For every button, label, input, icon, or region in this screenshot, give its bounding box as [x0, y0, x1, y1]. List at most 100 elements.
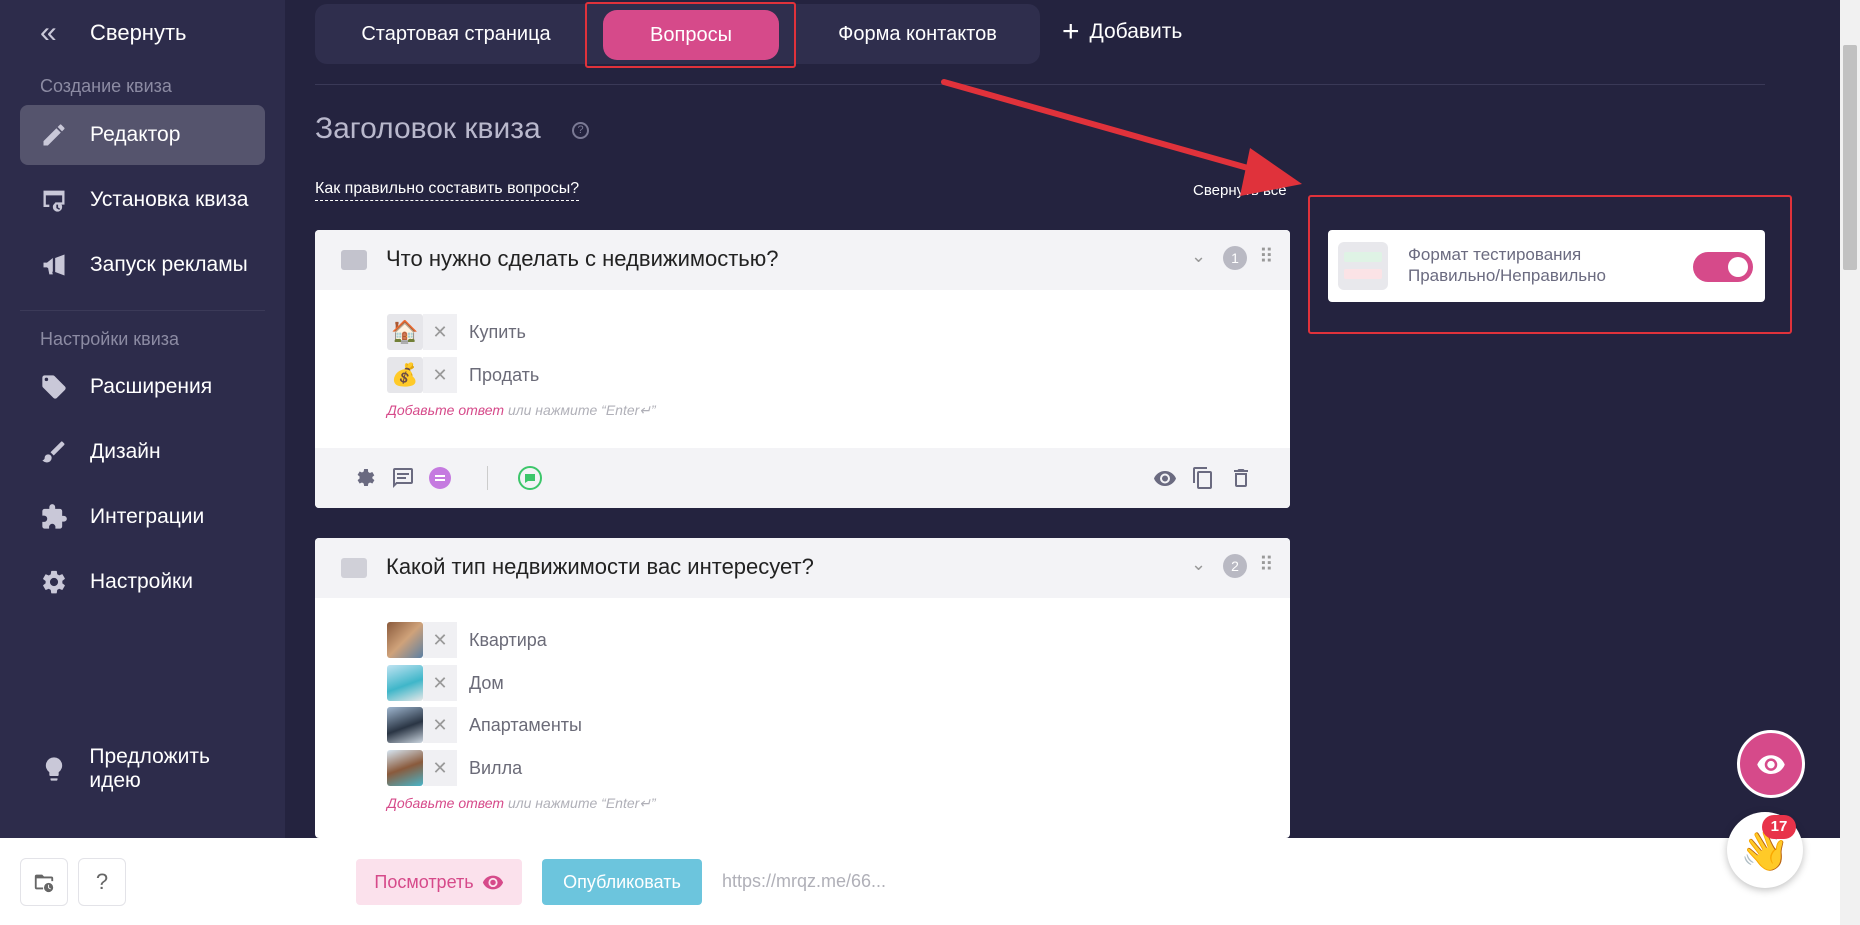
- chat-bubble-icon[interactable]: [518, 466, 542, 490]
- plus-icon: +: [1062, 15, 1080, 48]
- answer-row: ✕ Квартира: [387, 622, 547, 658]
- sidebar-item-ads[interactable]: Запуск рекламы: [20, 235, 265, 295]
- lightbulb-icon: [40, 755, 89, 783]
- how-to-link[interactable]: Как правильно составить вопросы?: [315, 180, 580, 201]
- section-title-create: Создание квиза: [40, 76, 172, 96]
- add-answer-hint-text: или нажмите “Enter↵”: [507, 402, 656, 418]
- answer-text[interactable]: Квартира: [469, 630, 547, 651]
- bottom-bar: ? Посмотреть Опубликовать https://mrqz.m…: [0, 838, 1860, 925]
- answer-text[interactable]: Апартаменты: [469, 715, 582, 736]
- copy-icon[interactable]: [1191, 466, 1215, 490]
- remove-answer-icon[interactable]: ✕: [423, 707, 457, 743]
- preview-button[interactable]: Посмотреть: [356, 859, 522, 905]
- sidebar-item-label: Расширения: [90, 375, 213, 398]
- answer-row: 🏠 ✕ Купить: [387, 314, 526, 350]
- test-format-card: Формат тестирования Правильно/Неправильн…: [1328, 230, 1765, 302]
- remove-answer-icon[interactable]: ✕: [423, 314, 457, 350]
- puzzle-icon: [40, 503, 90, 531]
- visibility-icon[interactable]: [1153, 466, 1177, 490]
- comment-icon[interactable]: [391, 466, 415, 490]
- test-format-text: Формат тестирования Правильно/Неправильн…: [1408, 244, 1606, 286]
- sidebar-divider: [20, 310, 265, 311]
- add-answer-link[interactable]: Добавьте ответ: [387, 795, 504, 811]
- tab-start-page[interactable]: Стартовая страница: [315, 4, 597, 64]
- answer-row: 💰 ✕ Продать: [387, 357, 539, 393]
- sidebar-item-editor[interactable]: Редактор: [20, 105, 265, 165]
- tab-contact-form[interactable]: Форма контактов: [795, 4, 1040, 64]
- answer-text[interactable]: Купить: [469, 322, 526, 343]
- sidebar-item-label: Дизайн: [90, 440, 161, 463]
- collapse-all-link[interactable]: Свернуть все: [1193, 182, 1287, 199]
- chevron-down-icon[interactable]: ⌄: [1191, 246, 1206, 267]
- question-header[interactable]: Какой тип недвижимости вас интересует? ⌄…: [315, 538, 1290, 598]
- sidebar: « Свернуть Создание квиза Редактор Устан…: [0, 0, 285, 838]
- drag-handle-icon[interactable]: ⠿: [1259, 552, 1274, 577]
- add-tab-label: Добавить: [1089, 20, 1183, 43]
- question-number: 2: [1223, 554, 1247, 578]
- image-answers-icon: [341, 250, 367, 270]
- preview-fab[interactable]: [1737, 730, 1805, 798]
- test-format-line2: Правильно/Неправильно: [1408, 266, 1606, 285]
- question-title[interactable]: Какой тип недвижимости вас интересует?: [386, 554, 814, 580]
- help-button[interactable]: ?: [78, 858, 126, 906]
- collapse-button[interactable]: « Свернуть: [40, 16, 187, 50]
- answer-text[interactable]: Дом: [469, 673, 504, 694]
- answer-text[interactable]: Вилла: [469, 758, 522, 779]
- sidebar-item-label: Предложить идею: [89, 745, 210, 792]
- apartments-image[interactable]: [387, 707, 423, 743]
- test-format-toggle[interactable]: [1693, 252, 1753, 282]
- question-card: Что нужно сделать с недвижимостью? ⌄ 1 ⠿…: [315, 230, 1290, 508]
- settings-gear-icon[interactable]: [353, 466, 377, 490]
- publish-button[interactable]: Опубликовать: [542, 859, 702, 905]
- sidebar-item-design[interactable]: Дизайн: [20, 422, 265, 482]
- section-title-settings: Настройки квиза: [40, 329, 180, 349]
- megaphone-icon: [40, 251, 90, 279]
- test-format-line1: Формат тестирования: [1408, 245, 1582, 264]
- gear-icon: [40, 568, 90, 596]
- scrollbar-thumb[interactable]: [1843, 45, 1857, 270]
- add-answer-hint: Добавьте ответ или нажмите “Enter↵”: [387, 795, 656, 812]
- add-answer-link[interactable]: Добавьте ответ: [387, 402, 504, 418]
- eye-icon: [482, 875, 503, 890]
- villa-image[interactable]: [387, 750, 423, 786]
- question-header[interactable]: Что нужно сделать с недвижимостью? ⌄ 1 ⠿: [315, 230, 1290, 290]
- notification-badge: 17: [1762, 815, 1796, 839]
- install-icon: [40, 186, 90, 214]
- remove-answer-icon[interactable]: ✕: [423, 622, 457, 658]
- answer-image[interactable]: 💰: [387, 357, 423, 393]
- apartment-image[interactable]: [387, 622, 423, 658]
- answer-text[interactable]: Продать: [469, 365, 539, 386]
- question-title[interactable]: Что нужно сделать с недвижимостью?: [386, 246, 779, 272]
- answer-row: ✕ Апартаменты: [387, 707, 582, 743]
- pencil-icon: [40, 121, 90, 149]
- remove-answer-icon[interactable]: ✕: [423, 750, 457, 786]
- divider: [315, 84, 1765, 85]
- sidebar-item-label: Настройки: [90, 570, 193, 593]
- drag-handle-icon[interactable]: ⠿: [1259, 244, 1274, 269]
- sidebar-item-integrations[interactable]: Интеграции: [20, 487, 265, 547]
- add-answer-hint: Добавьте ответ или нажмите “Enter↵”: [387, 402, 656, 419]
- test-format-thumbnail: [1338, 242, 1388, 290]
- logic-icon[interactable]: [428, 466, 452, 490]
- trash-icon[interactable]: [1229, 466, 1253, 490]
- double-chevron-left-icon: «: [40, 16, 57, 49]
- sidebar-item-extensions[interactable]: Расширения: [20, 357, 265, 417]
- sidebar-item-settings[interactable]: Настройки: [20, 552, 265, 612]
- scrollbar[interactable]: [1840, 0, 1860, 925]
- remove-answer-icon[interactable]: ✕: [423, 357, 457, 393]
- history-folder-button[interactable]: [20, 858, 68, 906]
- remove-answer-icon[interactable]: ✕: [423, 665, 457, 701]
- add-tab-button[interactable]: + Добавить: [1062, 14, 1182, 50]
- quiz-title[interactable]: Заголовок квиза: [315, 112, 541, 146]
- sidebar-item-label: Интеграции: [90, 505, 205, 528]
- question-card: Какой тип недвижимости вас интересует? ⌄…: [315, 538, 1290, 838]
- answer-image[interactable]: 🏠: [387, 314, 423, 350]
- suggest-idea-button[interactable]: Предложить идею: [20, 739, 265, 799]
- question-number: 1: [1223, 246, 1247, 270]
- sidebar-item-install[interactable]: Установка квиза: [20, 170, 265, 230]
- help-icon[interactable]: ?: [572, 122, 589, 139]
- chevron-down-icon[interactable]: ⌄: [1191, 554, 1206, 575]
- answer-row: ✕ Дом: [387, 665, 504, 701]
- house-image[interactable]: [387, 665, 423, 701]
- quiz-url[interactable]: https://mrqz.me/66...: [722, 871, 886, 892]
